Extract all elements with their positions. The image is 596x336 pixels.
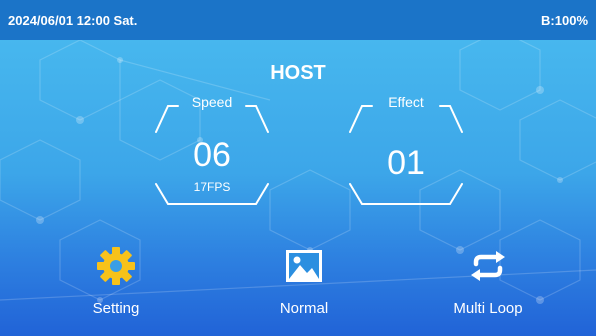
speed-label: Speed <box>191 94 233 110</box>
normal-label: Normal <box>279 300 329 317</box>
fps-value: 17FPS <box>193 180 231 194</box>
datetime-text: 2024/06/01 12:00 Sat. <box>8 13 138 28</box>
main-panel: HOST Speed 06 17FPS Effect 01 Setting No… <box>0 40 596 336</box>
picture-icon <box>286 250 322 282</box>
setting-button[interactable]: Setting <box>56 246 176 328</box>
page-title: HOST <box>270 62 326 84</box>
multi-loop-label: Multi Loop <box>453 300 523 317</box>
device-screen: 2024/06/01 12:00 Sat. B:100% HOST Speed … <box>0 0 596 336</box>
speed-value: 06 <box>193 136 231 174</box>
status-bar: 2024/06/01 12:00 Sat. B:100% <box>0 0 596 40</box>
gear-icon <box>97 247 135 285</box>
effect-label: Effect <box>388 94 424 110</box>
effect-value: 01 <box>387 144 425 182</box>
loop-arrows-icon <box>471 251 505 281</box>
setting-label: Setting <box>92 300 140 317</box>
effect-gauge[interactable]: Effect 01 <box>348 92 464 210</box>
battery-indicator: B:100% <box>541 13 588 28</box>
multi-loop-button[interactable]: Multi Loop <box>428 246 548 328</box>
speed-gauge[interactable]: Speed 06 17FPS <box>154 92 270 210</box>
normal-button[interactable]: Normal <box>244 246 364 328</box>
